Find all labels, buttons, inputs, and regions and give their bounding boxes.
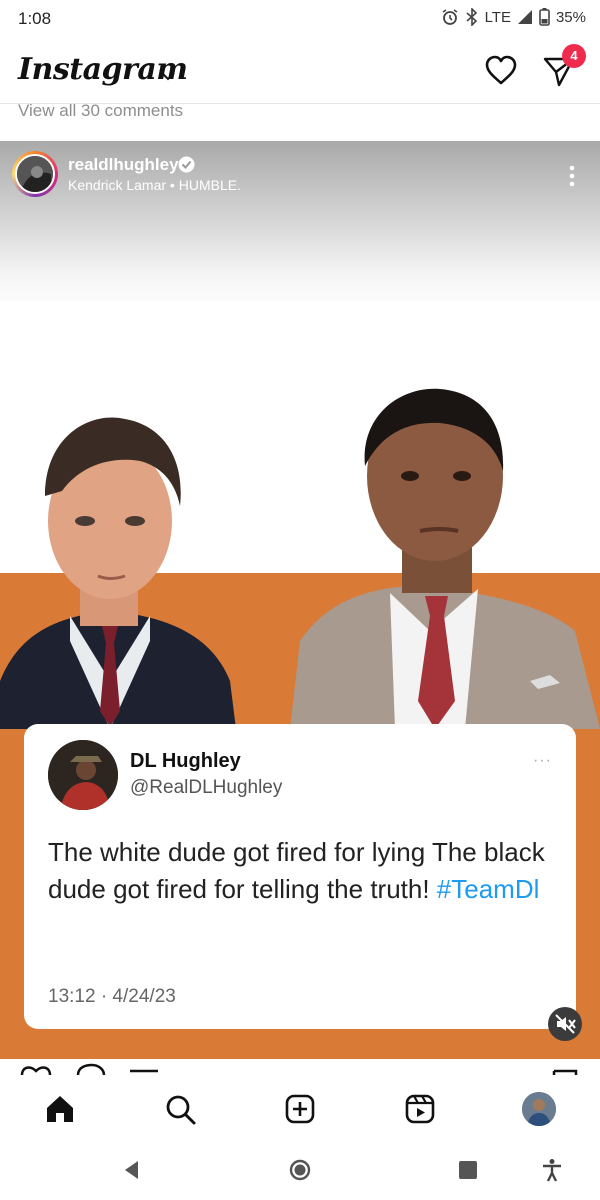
signal-icon (517, 9, 533, 25)
status-bar: 1:08 LTE 35% (0, 0, 600, 36)
back-icon[interactable] (120, 1158, 144, 1182)
home-circle-icon[interactable] (288, 1158, 312, 1182)
tweet-author-name: DL Hughley (130, 750, 241, 772)
system-navigation (0, 1140, 600, 1200)
accessibility-icon[interactable] (540, 1158, 564, 1182)
home-icon[interactable] (42, 1091, 78, 1127)
heart-icon[interactable] (484, 54, 518, 88)
tweet-author-handle: @RealDLHughley (130, 777, 283, 798)
reels-icon[interactable] (402, 1091, 438, 1127)
profile-avatar[interactable] (522, 1092, 556, 1126)
verified-icon (178, 156, 195, 178)
post-author-avatar[interactable] (12, 151, 58, 197)
tweet-avatar (48, 740, 118, 810)
status-time: 1:08 (18, 9, 52, 28)
status-icons: LTE 35% (441, 8, 586, 26)
view-comments-link[interactable]: View all 30 comments (18, 101, 183, 121)
post-actions-peek (20, 1063, 578, 1075)
battery-icon (539, 8, 550, 26)
recents-icon[interactable] (456, 1158, 480, 1182)
more-icon[interactable] (562, 163, 582, 189)
tweet-hashtag: #TeamDl (436, 874, 540, 904)
avatar-image (15, 154, 55, 194)
tweet-more-icon: ··· (533, 752, 552, 769)
bluetooth-icon (465, 8, 479, 26)
dm-badge: 4 (562, 44, 586, 68)
chevron-down-icon[interactable] (160, 68, 176, 86)
alarm-icon (441, 8, 459, 26)
bottom-navigation (0, 1059, 600, 1139)
battery-percent: 35% (555, 8, 586, 26)
mute-icon[interactable] (548, 1007, 582, 1041)
post-username[interactable]: realdlhughley (68, 155, 179, 175)
tweet-text: The white dude got fired for lying The b… (48, 834, 548, 908)
tweet-card: DL Hughley @RealDLHughley ··· The white … (24, 724, 576, 1029)
tweet-timestamp: 13:12 · 4/24/23 (48, 986, 176, 1007)
search-icon[interactable] (162, 1091, 198, 1127)
network-label: LTE (484, 8, 511, 26)
post-music[interactable]: Kendrick Lamar • HUMBLE. (68, 177, 241, 193)
app-header: Instagram (0, 38, 600, 104)
post-photo (0, 388, 600, 729)
create-icon[interactable] (282, 1091, 318, 1127)
post-media[interactable]: realdlhughley Kendrick Lamar • HUMBLE. D… (0, 141, 600, 1059)
